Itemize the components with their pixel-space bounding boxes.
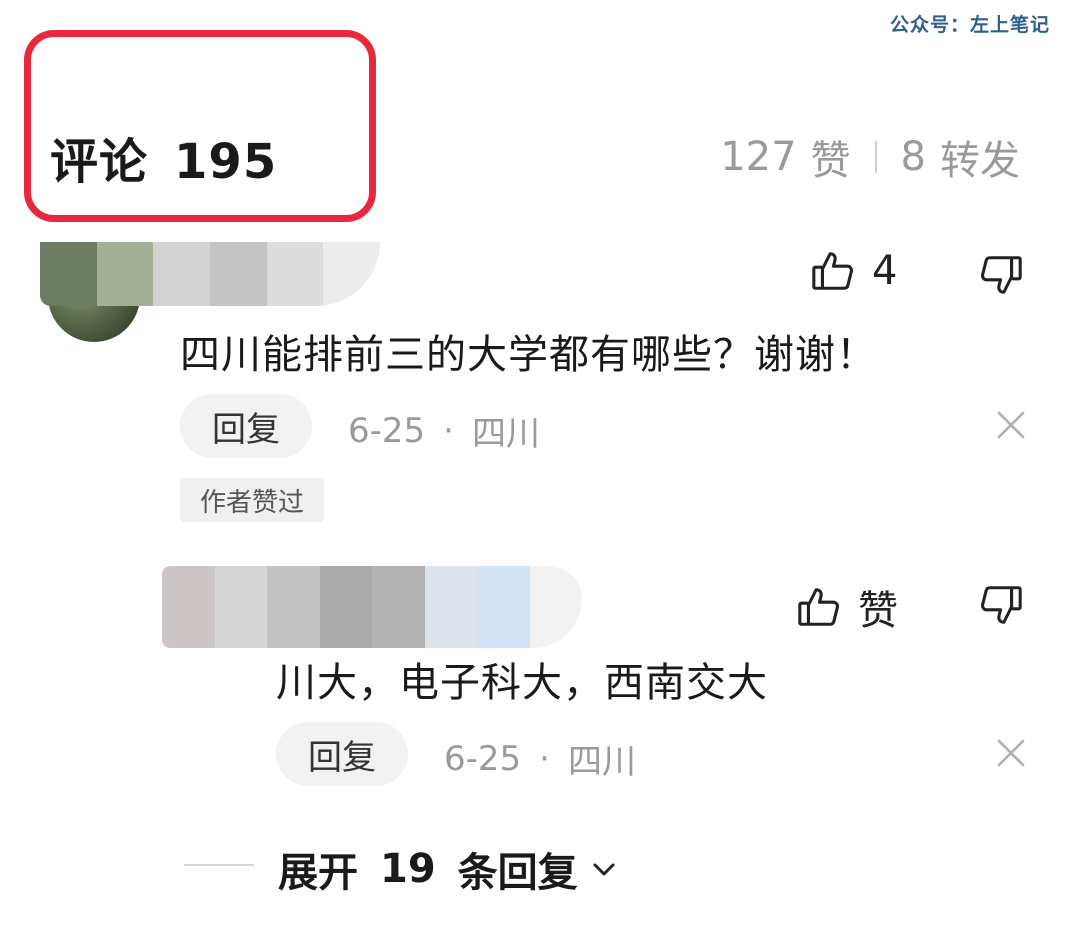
meta-separator: · — [443, 410, 454, 451]
comment-date: 6-25 — [348, 410, 426, 451]
likes-count: 127 — [720, 134, 797, 180]
shares-label[interactable]: 转发 — [940, 128, 1020, 186]
comment-text: 川大，电子科大，西南交大 — [276, 660, 768, 706]
expand-replies-button[interactable]: 展开 19 条回复 — [278, 840, 618, 898]
thumbs-down-icon[interactable] — [978, 582, 1024, 628]
likes-label[interactable]: 赞 — [811, 128, 851, 186]
comment-text: 四川能排前三的大学都有哪些？谢谢！ — [180, 332, 877, 378]
expand-prefix: 展开 — [278, 850, 358, 896]
shares-count: 8 — [900, 134, 926, 180]
post-stats: 127 赞 8 转发 — [720, 128, 1020, 186]
like-button[interactable]: 4 — [810, 248, 897, 294]
thumbs-down-icon[interactable] — [978, 252, 1024, 298]
reply-button[interactable]: 回复 — [180, 394, 312, 458]
like-button[interactable]: 赞 — [796, 578, 898, 636]
meta-separator: · — [539, 738, 550, 779]
expand-divider — [184, 864, 254, 866]
author-liked-badge: 作者赞过 — [180, 478, 324, 522]
comment-meta: 6-25 · 四川 — [444, 734, 636, 783]
chevron-down-icon — [593, 863, 615, 876]
comment-date: 6-25 — [444, 738, 522, 779]
expand-suffix: 条回复 — [457, 850, 578, 896]
like-count: 4 — [872, 248, 898, 294]
blurred-username — [162, 566, 582, 648]
comment-meta: 6-25 · 四川 — [348, 406, 540, 455]
comment-location: 四川 — [471, 414, 540, 454]
thumbs-up-icon — [798, 588, 839, 626]
blurred-username — [40, 242, 380, 306]
reply-button[interactable]: 回复 — [276, 722, 408, 786]
watermark: 公众号：左上笔记 — [889, 14, 1050, 36]
expand-count: 19 — [380, 846, 436, 892]
comments-count: 195 — [174, 134, 278, 190]
comments-title: 评论 — [50, 134, 149, 190]
comments-header: 评论 195 — [50, 122, 277, 192]
stats-divider — [874, 141, 877, 173]
comment-location: 四川 — [567, 742, 636, 782]
close-icon[interactable] — [996, 738, 1026, 768]
close-icon[interactable] — [996, 410, 1026, 440]
thumbs-up-icon — [812, 252, 853, 290]
like-label: 赞 — [858, 588, 898, 634]
